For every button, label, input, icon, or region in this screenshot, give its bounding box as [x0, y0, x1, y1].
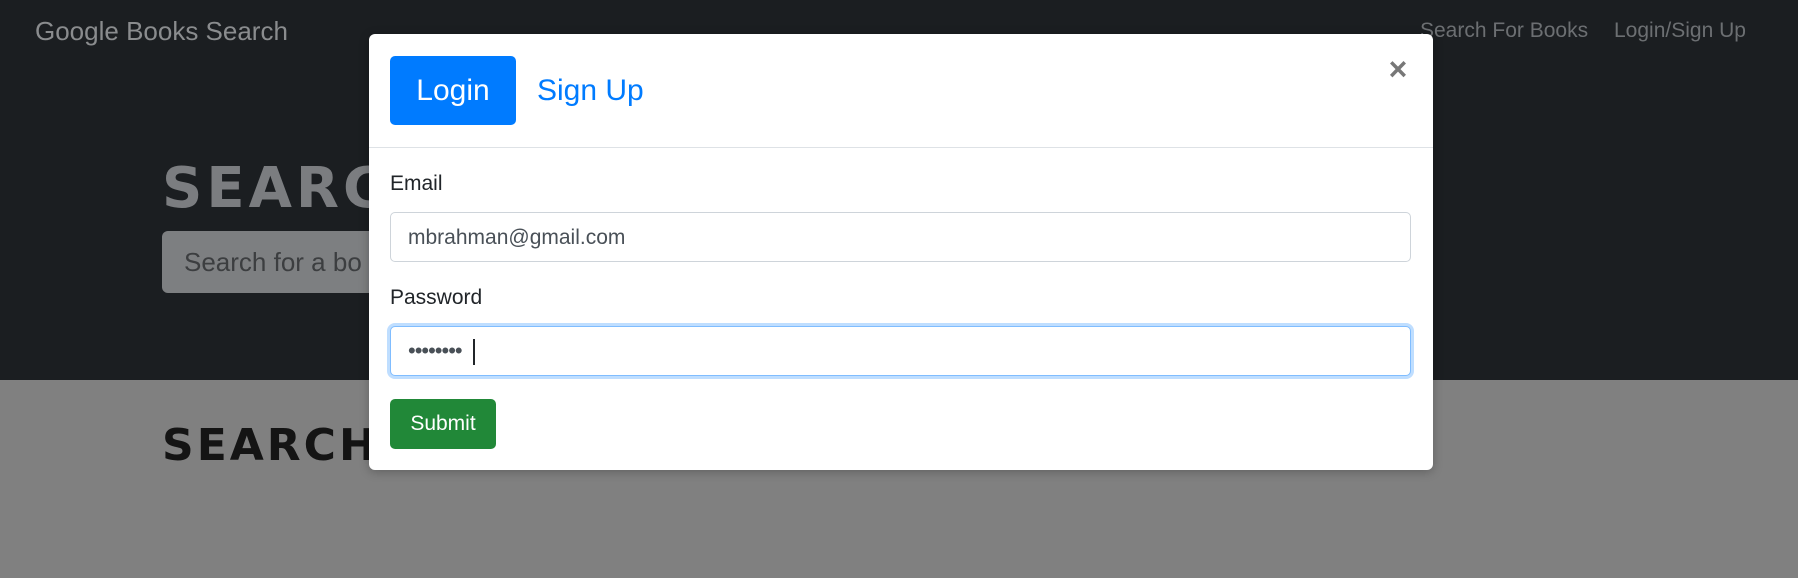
password-value: •••••••• — [408, 338, 463, 363]
email-field[interactable]: mbrahman@gmail.com — [390, 212, 1411, 262]
close-icon[interactable]: × — [1383, 53, 1413, 85]
nav-link-login-signup[interactable]: Login/Sign Up — [1614, 19, 1746, 43]
book-search-placeholder: Search for a bo — [184, 247, 362, 277]
email-value: mbrahman@gmail.com — [408, 226, 626, 249]
password-field[interactable]: •••••••• — [390, 326, 1411, 376]
email-label: Email — [390, 172, 443, 195]
submit-button[interactable]: Submit — [390, 399, 496, 449]
hero-title: SEARC — [162, 156, 389, 221]
login-modal: Login Sign Up × Email mbrahman@gmail.com… — [369, 34, 1433, 470]
text-cursor — [473, 339, 475, 365]
brand-title[interactable]: Google Books Search — [35, 16, 288, 47]
password-label: Password — [390, 286, 483, 309]
nav-link-search-books[interactable]: Search For Books — [1420, 19, 1588, 43]
tab-signup[interactable]: Sign Up — [537, 56, 644, 125]
results-title: SEARCH — [162, 420, 379, 471]
modal-header: Login Sign Up × — [369, 34, 1433, 148]
tab-login[interactable]: Login — [390, 56, 516, 125]
